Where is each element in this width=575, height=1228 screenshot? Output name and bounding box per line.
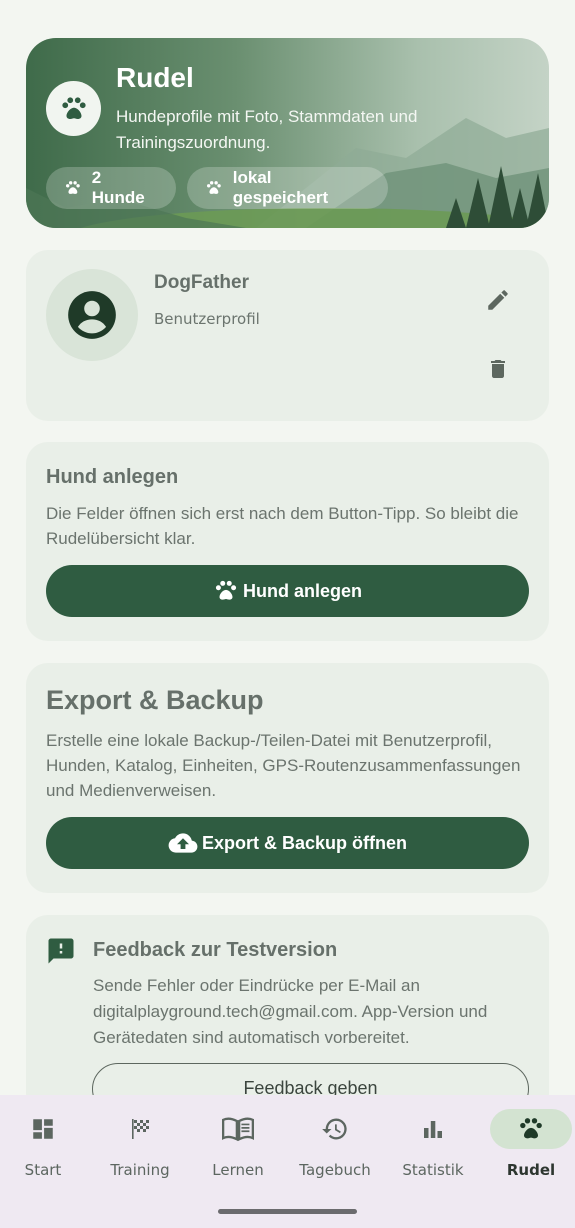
user-profile-card: DogFather Benutzerprofil — [26, 250, 549, 421]
paw-icon — [66, 181, 80, 194]
feedback-text: Sende Fehler oder Eindrücke per E-Mail a… — [93, 976, 488, 1047]
paw-icon — [215, 580, 237, 600]
delete-profile-button[interactable] — [478, 349, 518, 389]
button-label: Hund anlegen — [242, 580, 362, 601]
checkered-flag-icon — [99, 1109, 181, 1149]
content-scroll[interactable]: Rudel Hundeprofile mit Foto, Stammdaten … — [0, 0, 575, 1095]
add-dog-text: Die Felder öffnen sich erst nach dem But… — [46, 504, 519, 548]
nav-item-rudel[interactable]: Rudel — [483, 1109, 575, 1179]
page-title: Rudel — [116, 62, 194, 93]
nav-label: Start — [24, 1161, 62, 1179]
feedback-title: Feedback zur Testversion — [93, 939, 338, 961]
hero-banner: Rudel Hundeprofile mit Foto, Stammdaten … — [26, 38, 549, 228]
nav-item-start[interactable]: Start — [0, 1109, 91, 1179]
export-backup-card: Export & Backup Erstelle eine lokale Bac… — [26, 663, 549, 893]
chip-label: lokal gespeichert — [232, 168, 329, 207]
dashboard-icon — [2, 1109, 84, 1149]
nav-item-training[interactable]: Training — [92, 1109, 188, 1179]
history-icon — [294, 1109, 376, 1149]
book-icon — [197, 1109, 279, 1149]
nav-label: Tagebuch — [299, 1161, 371, 1179]
export-text: Erstelle eine lokale Backup-/Teilen-Date… — [46, 731, 521, 800]
button-label: Export & Backup öffnen — [201, 832, 407, 853]
export-backup-button[interactable]: Export & Backup öffnen — [46, 817, 529, 869]
nav-item-tagebuch[interactable]: Tagebuch — [287, 1109, 383, 1179]
gesture-handle[interactable] — [218, 1209, 357, 1214]
edit-profile-button[interactable] — [478, 280, 518, 320]
feedback-icon-wrap — [46, 936, 76, 971]
pencil-icon — [488, 290, 508, 310]
profile-role: Benutzerprofil — [154, 310, 260, 328]
nav-label: Training — [110, 1161, 170, 1179]
dog-count-chip: 2 Hunde — [46, 167, 176, 209]
bar-chart-icon — [392, 1109, 474, 1149]
profile-name: DogFather — [154, 272, 249, 293]
storage-chip: lokal gespeichert — [187, 167, 388, 209]
add-dog-card: Hund anlegen Die Felder öffnen sich erst… — [26, 442, 549, 641]
paw-icon — [207, 181, 221, 194]
feedback-card: Feedback zur Testversion Sende Fehler od… — [26, 915, 549, 1095]
paw-icon — [61, 96, 86, 119]
add-dog-title: Hund anlegen — [46, 466, 179, 488]
nav-label: Lernen — [212, 1161, 264, 1179]
feedback-button[interactable]: Feedback geben — [92, 1063, 529, 1095]
nav-label: Rudel — [506, 1161, 556, 1179]
feedback-icon — [48, 938, 74, 964]
page-subtitle: Hundeprofile mit Foto, Stammdaten und Tr… — [116, 107, 418, 152]
account-circle-icon — [68, 291, 116, 339]
export-title: Export & Backup — [46, 685, 264, 715]
nav-item-lernen[interactable]: Lernen — [190, 1109, 286, 1179]
nav-label: Statistik — [402, 1161, 464, 1179]
add-dog-button[interactable]: Hund anlegen — [46, 565, 529, 617]
cloud-upload-icon — [168, 833, 198, 853]
chip-label: 2 Hunde — [91, 168, 145, 207]
paw-icon — [490, 1109, 572, 1149]
avatar — [46, 269, 138, 361]
paw-badge — [46, 81, 101, 136]
trash-icon — [491, 360, 505, 378]
nav-item-statistik[interactable]: Statistik — [385, 1109, 481, 1179]
